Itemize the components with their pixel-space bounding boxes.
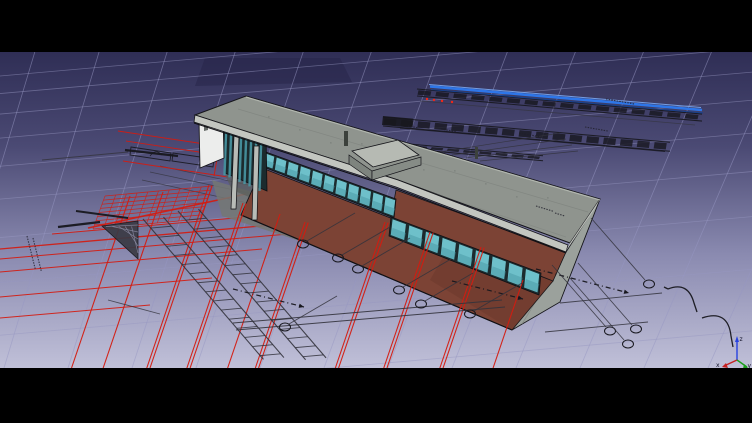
letterbox-bottom — [0, 368, 752, 423]
axis-z-label: z — [740, 336, 743, 343]
application-window: z x y — [0, 0, 752, 423]
letterbox-top — [0, 0, 752, 52]
axis-x-label: x — [716, 362, 720, 369]
viewport-3d[interactable]: z x y — [0, 0, 752, 423]
distant-plane-shade — [195, 58, 352, 86]
